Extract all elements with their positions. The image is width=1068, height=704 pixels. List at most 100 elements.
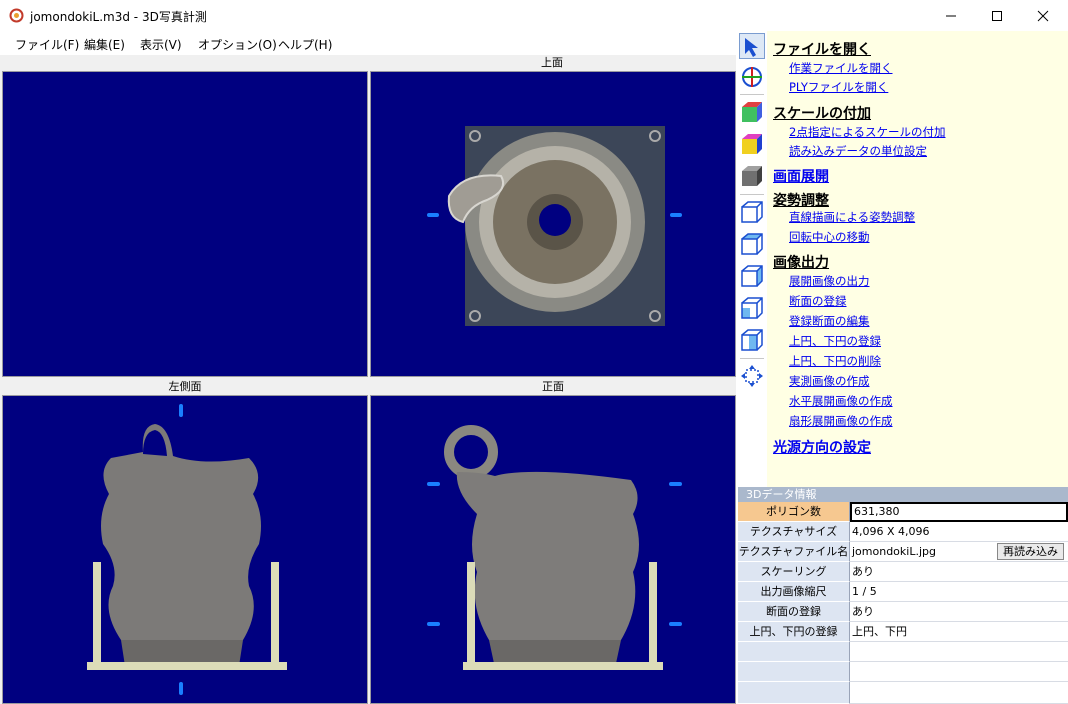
- app-icon: [9, 8, 24, 23]
- left-side-render: [87, 404, 287, 695]
- grid-value[interactable]: 4,096 X 4,096: [850, 522, 1068, 542]
- left-side-viewport[interactable]: [2, 395, 368, 704]
- marker-left: [427, 482, 440, 486]
- command-panel: ファイルを開く 作業ファイルを開く PLYファイルを開く スケールの付加 2点指…: [767, 31, 1068, 487]
- grid-label[interactable]: ポリゴン数: [738, 502, 850, 522]
- grid-label[interactable]: 上円、下円の登録: [738, 622, 850, 642]
- pot-loop-handle: [444, 425, 498, 479]
- grid-value-edit[interactable]: 631,380: [850, 502, 1068, 522]
- wire-cube-icon: [741, 297, 763, 319]
- open-ply-file-link[interactable]: PLYファイルを開く: [789, 79, 888, 95]
- front-viewport[interactable]: [370, 395, 736, 704]
- create-horizontal-link[interactable]: 水平展開画像の作成: [789, 393, 893, 409]
- unfold-image-output-link[interactable]: 展開画像の出力: [789, 273, 870, 289]
- face-cube-icon: [742, 134, 762, 154]
- close-button[interactable]: [1020, 0, 1066, 31]
- gray-cube-button[interactable]: [739, 163, 765, 189]
- grid-label[interactable]: 断面の登録: [738, 602, 850, 622]
- face-cube-button[interactable]: [739, 131, 765, 157]
- grid-value-row[interactable]: jomondokiL.jpg 再読み込み: [850, 542, 1068, 562]
- image-output-heading[interactable]: 画像出力: [773, 252, 829, 272]
- close-icon: [1037, 10, 1049, 22]
- grid-value[interactable]: 1 / 5: [850, 582, 1068, 602]
- grid-label-empty[interactable]: [738, 642, 850, 662]
- marker-left: [427, 213, 439, 217]
- stand-post: [271, 562, 279, 668]
- wire-cube-icon: [741, 233, 763, 255]
- move-cross-icon: [741, 365, 763, 387]
- grid-value-empty[interactable]: [850, 642, 1068, 662]
- register-section-link[interactable]: 断面の登録: [789, 293, 847, 309]
- grid-label-empty[interactable]: [738, 662, 850, 682]
- add-scale-heading[interactable]: スケールの付加: [773, 103, 871, 123]
- marker-right: [670, 213, 682, 217]
- line-posture-link[interactable]: 直線描画による姿勢調整: [789, 209, 915, 225]
- grid-value[interactable]: あり: [850, 562, 1068, 582]
- two-point-scale-link[interactable]: 2点指定によるスケールの付加: [789, 124, 945, 140]
- stand-post: [93, 562, 101, 668]
- view-side-button[interactable]: [739, 263, 765, 289]
- select-tool-button[interactable]: [739, 33, 765, 59]
- texture-filename: jomondokiL.jpg: [852, 545, 936, 558]
- wire-cube-icon: [741, 329, 763, 351]
- reload-button[interactable]: 再読み込み: [997, 543, 1064, 560]
- unit-setting-link[interactable]: 読み込みデータの単位設定: [789, 143, 927, 159]
- window-title: jomondokiL.m3d - 3D写真計測: [30, 10, 207, 24]
- grid-value-empty[interactable]: [850, 682, 1068, 704]
- tool-strip: [736, 31, 767, 487]
- info-header: 3Dデータ情報: [738, 487, 1068, 502]
- grid-value[interactable]: あり: [850, 602, 1068, 622]
- perspective-viewport[interactable]: [2, 71, 368, 377]
- crosshair-tool-button[interactable]: [739, 64, 765, 90]
- grid-label[interactable]: テクスチャサイズ: [738, 522, 850, 542]
- pot-body: [101, 424, 261, 640]
- pot-body: [456, 471, 639, 640]
- stand-base: [87, 662, 287, 670]
- edit-sections-link[interactable]: 登録断面の編集: [789, 313, 870, 329]
- marker-right: [669, 482, 682, 486]
- color-cube-button[interactable]: [739, 99, 765, 125]
- create-fan-link[interactable]: 扇形展開画像の作成: [789, 413, 893, 429]
- menu-view[interactable]: 表示(V): [140, 36, 182, 53]
- open-file-heading[interactable]: ファイルを開く: [773, 39, 871, 59]
- grid-label[interactable]: テクスチャファイル名: [738, 542, 850, 562]
- menu-file[interactable]: ファイル(F): [15, 36, 79, 53]
- gray-cube-icon: [742, 166, 762, 186]
- move-center-link[interactable]: 回転中心の移動: [789, 229, 870, 245]
- crosshair-icon: [742, 67, 762, 87]
- marker-left: [427, 622, 440, 626]
- register-circles-link[interactable]: 上円、下円の登録: [789, 333, 881, 349]
- top-view-render: [427, 126, 682, 326]
- viewport-area: 上面 左側面 正面: [0, 55, 736, 704]
- stand-base: [463, 662, 663, 670]
- grid-label-empty[interactable]: [738, 682, 850, 704]
- grid-value-empty[interactable]: [850, 662, 1068, 682]
- open-work-file-link[interactable]: 作業ファイルを開く: [789, 60, 893, 76]
- screen-unfold-link[interactable]: 画面展開: [773, 166, 829, 186]
- view-top-button[interactable]: [739, 231, 765, 257]
- view-back-button[interactable]: [739, 295, 765, 321]
- menu-options[interactable]: オプション(O): [198, 36, 277, 53]
- create-measured-link[interactable]: 実測画像の作成: [789, 373, 870, 389]
- grid-label[interactable]: スケーリング: [738, 562, 850, 582]
- toolbar-separator: [740, 94, 764, 95]
- maximize-button[interactable]: [974, 0, 1020, 31]
- delete-circles-link[interactable]: 上円、下円の削除: [789, 353, 881, 369]
- posture-adjust-heading[interactable]: 姿勢調整: [773, 190, 829, 210]
- select-arrow-icon: [745, 38, 758, 57]
- top-view-label: 上面: [369, 55, 735, 71]
- marker-bottom: [179, 682, 183, 695]
- minimize-button[interactable]: [928, 0, 974, 31]
- view-front-button[interactable]: [739, 199, 765, 225]
- toolbar-separator: [740, 358, 764, 359]
- menu-help[interactable]: ヘルプ(H): [278, 36, 332, 53]
- top-viewport[interactable]: [370, 71, 736, 377]
- grid-value[interactable]: 上円、下円: [850, 622, 1068, 642]
- menu-edit[interactable]: 編集(E): [84, 36, 125, 53]
- grid-label[interactable]: 出力画像縮尺: [738, 582, 850, 602]
- stand-post: [649, 562, 657, 668]
- minimize-icon: [946, 15, 956, 17]
- view-bottom-button[interactable]: [739, 327, 765, 353]
- light-direction-link[interactable]: 光源方向の設定: [773, 437, 871, 457]
- move-tool-button[interactable]: [739, 363, 765, 389]
